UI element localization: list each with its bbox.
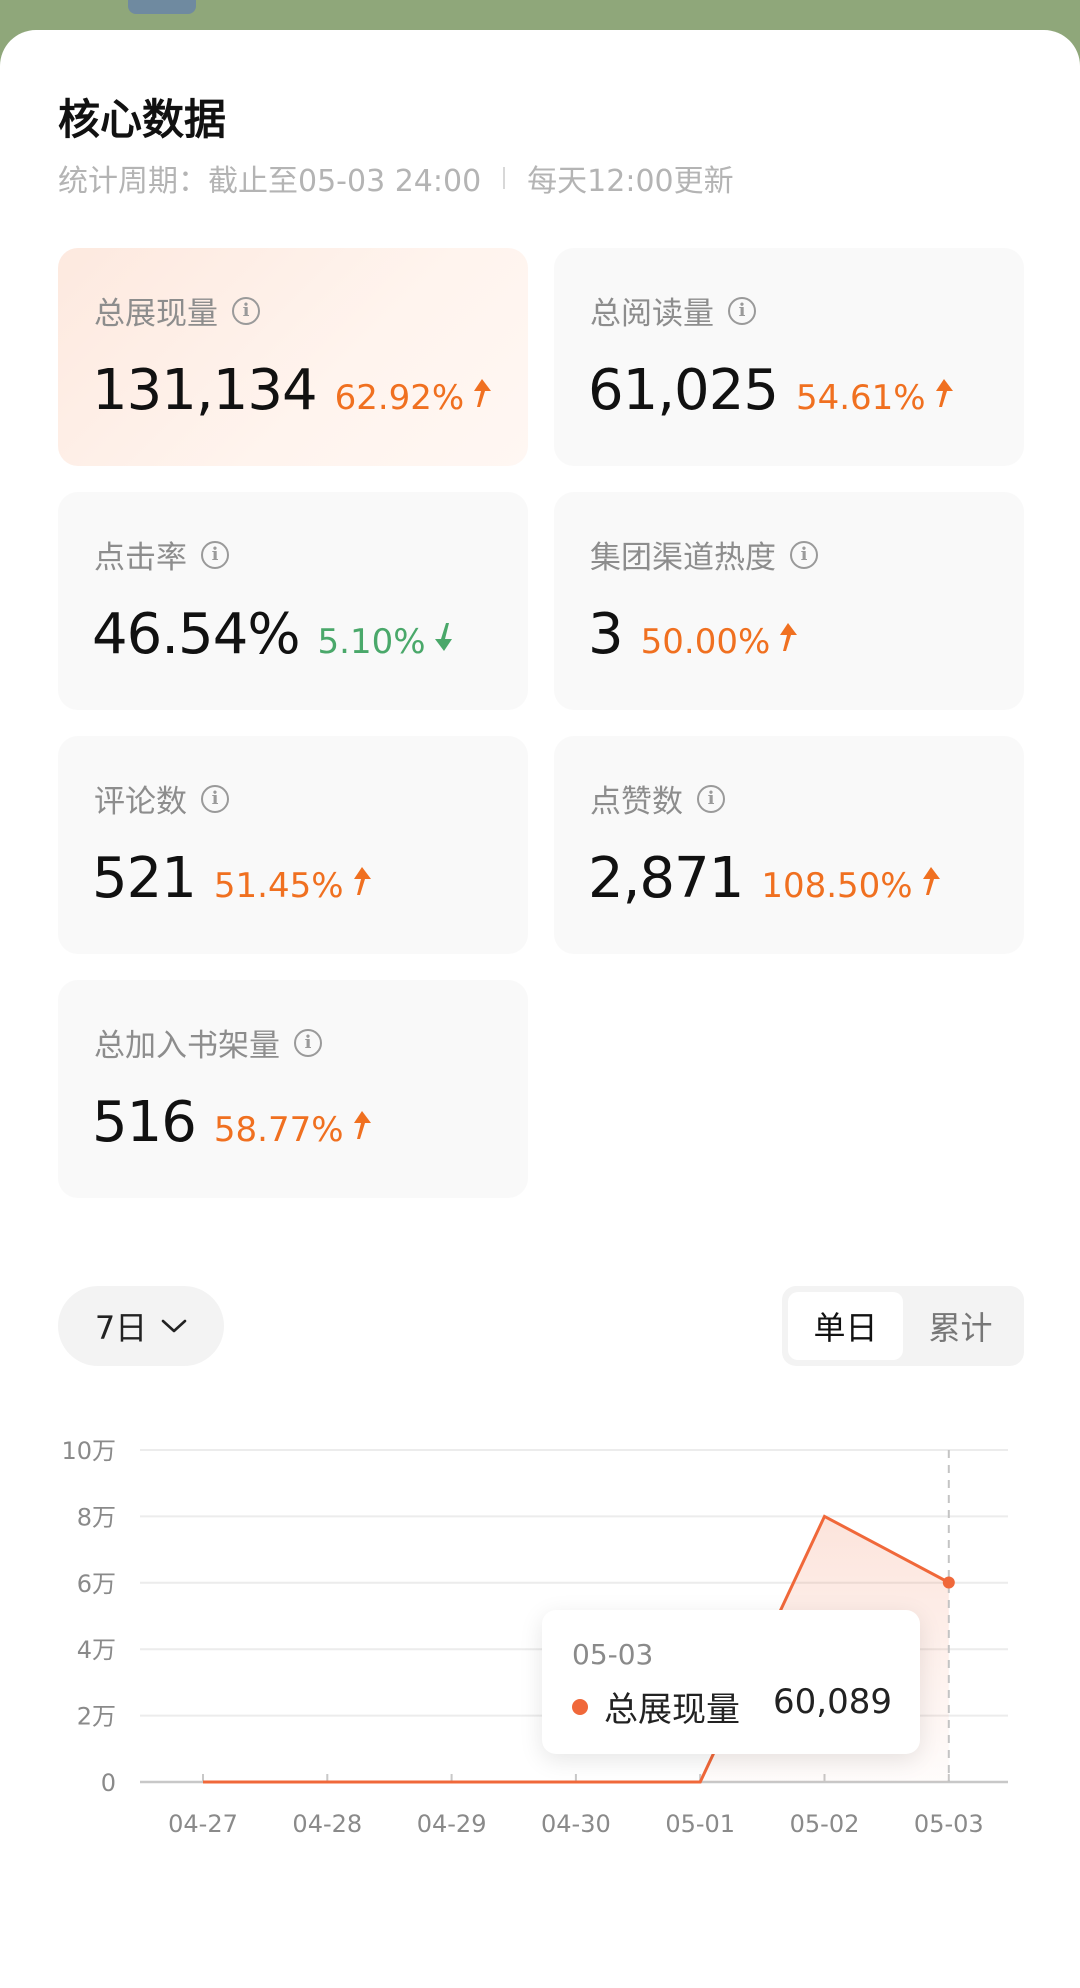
period-text: 统计周期：截止至05-03 24:00 [58, 164, 482, 199]
arrow-up-icon [353, 867, 371, 895]
metric-label: 总阅读量 [590, 296, 714, 332]
core-data-sheet: 核心数据 统计周期：截止至05-03 24:00 每天12:00更新 总展现量 i… [0, 30, 1080, 1988]
info-icon[interactable]: i [697, 784, 725, 813]
metric-change: 54.61% [795, 378, 926, 418]
y-tick-label: 4万 [77, 1636, 116, 1664]
tooltip-date: 05-03 [572, 1638, 654, 1671]
arrow-down-icon [434, 623, 452, 651]
x-tick-label: 04-28 [292, 1810, 362, 1838]
metric-card-channel-heat[interactable]: 集团渠道热度 i 3 50.00% [554, 492, 1024, 710]
x-tick-label: 04-30 [541, 1810, 611, 1838]
y-tick-label: 6万 [77, 1570, 116, 1598]
metric-value: 3 [588, 602, 624, 667]
metric-card-bookshelf[interactable]: 总加入书架量 i 516 58.77% [58, 980, 528, 1198]
metric-label: 集团渠道热度 [590, 540, 776, 576]
metric-value: 61,025 [588, 358, 779, 423]
metric-value: 2,871 [588, 846, 744, 911]
arrow-up-icon [922, 867, 940, 895]
mode-toggle: 单日 累计 [782, 1286, 1024, 1366]
metric-label: 点击率 [94, 540, 187, 576]
metric-value: 46.54% [92, 602, 301, 667]
metric-label: 评论数 [94, 784, 187, 820]
tooltip-value: 60,089 [773, 1682, 892, 1722]
y-tick-label: 0 [101, 1769, 116, 1797]
tooltip-series-name: 总展现量 [604, 1690, 740, 1730]
arrow-up-icon [474, 379, 492, 407]
metric-change: 58.77% [213, 1110, 344, 1150]
hover-point [942, 1576, 955, 1589]
metric-label: 点赞数 [590, 784, 683, 820]
metric-label: 总展现量 [94, 296, 218, 332]
metric-card-reads[interactable]: 总阅读量 i 61,025 54.61% [554, 248, 1024, 466]
metric-change: 108.50% [761, 866, 913, 906]
chart-tooltip: 05-03 总展现量 60,089 [542, 1610, 920, 1754]
x-tick-label: 04-27 [168, 1810, 238, 1838]
metric-label: 总加入书架量 [94, 1028, 280, 1064]
update-text: 每天12:00更新 [527, 164, 734, 199]
series-dot [572, 1698, 588, 1715]
metric-change: 62.92% [334, 378, 465, 418]
arrow-up-icon [935, 379, 953, 407]
metric-change: 50.00% [640, 622, 771, 662]
x-tick-label: 04-29 [417, 1810, 487, 1838]
metric-change: 5.10% [317, 622, 426, 662]
mode-cumulative-tab[interactable]: 累计 [903, 1292, 1018, 1360]
arrow-up-icon [353, 1111, 371, 1139]
metric-value: 131,134 [92, 358, 318, 423]
metric-card-likes[interactable]: 点赞数 i 2,871 108.50% [554, 736, 1024, 954]
top-tab-indicator [128, 0, 196, 14]
metric-card-impressions[interactable]: 总展现量 i 131,134 62.92% [58, 248, 528, 466]
page-title: 核心数据 [58, 95, 227, 144]
y-tick-label: 10万 [61, 1437, 116, 1465]
x-tick-label: 05-02 [790, 1810, 860, 1838]
x-tick-label: 05-01 [665, 1810, 735, 1838]
range-dropdown[interactable]: 7日 [58, 1286, 224, 1366]
info-icon[interactable]: i [201, 784, 229, 813]
info-icon[interactable]: i [201, 540, 229, 569]
y-tick-label: 8万 [77, 1503, 116, 1531]
metric-change: 51.45% [213, 866, 344, 906]
info-icon[interactable]: i [790, 540, 818, 569]
y-tick-label: 2万 [77, 1703, 116, 1731]
metric-card-ctr[interactable]: 点击率 i 46.54% 5.10% [58, 492, 528, 710]
x-tick-label: 05-03 [914, 1810, 984, 1838]
metric-value: 521 [92, 846, 197, 911]
arrow-up-icon [780, 623, 798, 651]
metric-value: 516 [92, 1090, 197, 1155]
divider [503, 167, 506, 189]
info-icon[interactable]: i [232, 296, 260, 325]
info-icon[interactable]: i [294, 1028, 322, 1057]
info-icon[interactable]: i [728, 296, 756, 325]
chevron-down-icon [161, 1319, 187, 1333]
stats-period: 统计周期：截止至05-03 24:00 每天12:00更新 [58, 156, 734, 200]
range-label: 7日 [94, 1309, 148, 1347]
mode-single-tab[interactable]: 单日 [788, 1292, 903, 1360]
metric-card-comments[interactable]: 评论数 i 521 51.45% [58, 736, 528, 954]
